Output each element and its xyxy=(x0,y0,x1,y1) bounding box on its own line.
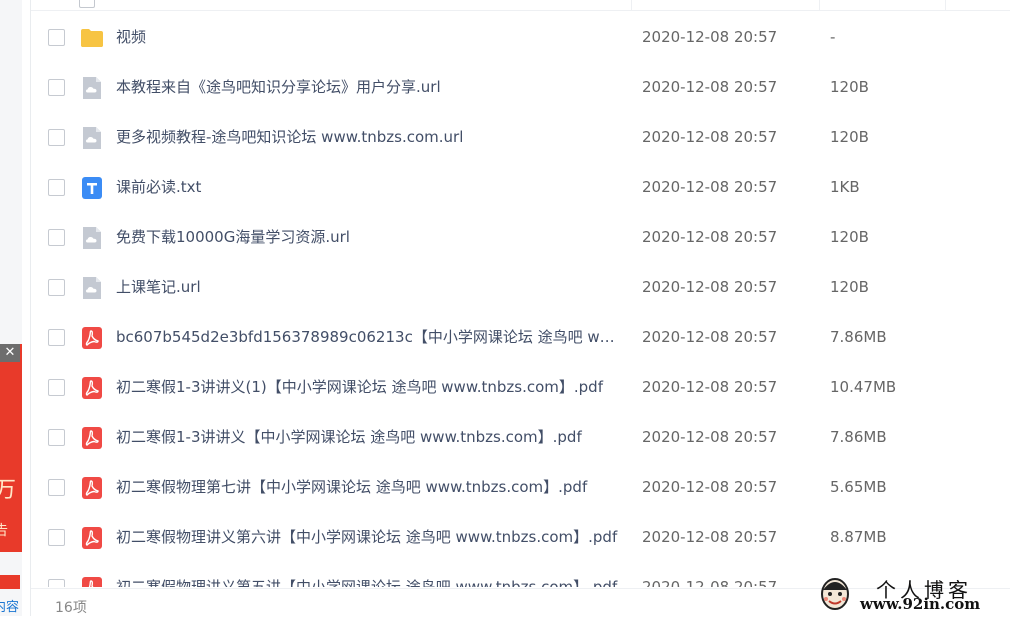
file-modified-date: 2020-12-08 20:57 xyxy=(642,428,778,446)
file-name[interactable]: 本教程来自《途鸟吧知识分享论坛》用户分享.url xyxy=(116,77,621,97)
file-name[interactable]: 初二寒假物理讲义第五讲【中小学网课论坛 途鸟吧 www.tnbzs.com】.p… xyxy=(116,577,621,587)
header-divider-size xyxy=(819,0,820,10)
header-divider-end xyxy=(945,0,946,10)
file-modified-date: 2020-12-08 20:57 xyxy=(642,578,778,587)
file-size: 7.86MB xyxy=(830,428,887,446)
file-checkbox[interactable] xyxy=(48,29,65,46)
file-name[interactable]: 免费下载10000G海量学习资源.url xyxy=(116,227,621,247)
ad-text-fragment-small: 告 xyxy=(0,523,8,539)
file-row[interactable]: bc607b545d2e3bfd156378989c06213c【中小学网课论坛… xyxy=(31,312,1010,362)
file-row[interactable]: 初二寒假物理讲义第六讲【中小学网课论坛 途鸟吧 www.tnbzs.com】.p… xyxy=(31,512,1010,562)
file-modified-date: 2020-12-08 20:57 xyxy=(642,228,778,246)
file-checkbox[interactable] xyxy=(48,529,65,546)
file-checkbox[interactable] xyxy=(48,479,65,496)
file-size: 120B xyxy=(830,228,869,246)
file-modified-date: 2020-12-08 20:57 xyxy=(642,28,778,46)
file-name[interactable]: 课前必读.txt xyxy=(116,177,621,197)
file-size: - xyxy=(830,28,836,46)
file-name[interactable]: bc607b545d2e3bfd156378989c06213c【中小学网课论坛… xyxy=(116,327,621,347)
file-checkbox[interactable] xyxy=(48,179,65,196)
txt-file-icon xyxy=(80,176,104,200)
pdf-file-icon xyxy=(80,526,104,550)
file-modified-date: 2020-12-08 20:57 xyxy=(642,478,778,496)
file-checkbox[interactable] xyxy=(48,79,65,96)
file-checkbox[interactable] xyxy=(48,329,65,346)
file-list: 视频 2020-12-08 20:57 - 本教程来自《途鸟吧知识分享论坛》用户… xyxy=(31,12,1010,587)
file-checkbox[interactable] xyxy=(48,279,65,296)
list-header xyxy=(31,0,1010,11)
file-size: 10.47MB xyxy=(830,378,897,396)
url-file-icon xyxy=(80,76,104,100)
select-all-checkbox[interactable] xyxy=(79,0,95,8)
header-divider-date xyxy=(631,0,632,10)
watermark: 个人博客 www.92in.com xyxy=(816,574,1006,614)
pdf-file-icon xyxy=(80,376,104,400)
watermark-url: www.92in.com xyxy=(860,595,981,613)
pdf-file-icon xyxy=(80,476,104,500)
ad-tab[interactable] xyxy=(0,575,20,589)
file-modified-date: 2020-12-08 20:57 xyxy=(642,328,778,346)
file-checkbox[interactable] xyxy=(48,229,65,246)
file-size: 7.86MB xyxy=(830,328,887,346)
pdf-file-icon xyxy=(80,426,104,450)
ad-text-fragment: 万 xyxy=(0,478,17,503)
file-checkbox[interactable] xyxy=(48,379,65,396)
file-row[interactable]: 初二寒假1-3讲讲义【中小学网课论坛 途鸟吧 www.tnbzs.com】.pd… xyxy=(31,412,1010,462)
file-name[interactable]: 视频 xyxy=(116,27,621,47)
file-row[interactable]: 免费下载10000G海量学习资源.url 2020-12-08 20:57 12… xyxy=(31,212,1010,262)
url-file-icon xyxy=(80,226,104,250)
file-size: 120B xyxy=(830,78,869,96)
file-size: 120B xyxy=(830,128,869,146)
file-name[interactable]: 上课笔记.url xyxy=(116,277,621,297)
file-modified-date: 2020-12-08 20:57 xyxy=(642,128,778,146)
file-modified-date: 2020-12-08 20:57 xyxy=(642,78,778,96)
file-checkbox[interactable] xyxy=(48,579,65,587)
item-count: 16项 xyxy=(55,600,87,616)
file-checkbox[interactable] xyxy=(48,429,65,446)
file-name[interactable]: 初二寒假1-3讲讲义(1)【中小学网课论坛 途鸟吧 www.tnbzs.com】… xyxy=(116,377,621,397)
file-name[interactable]: 初二寒假物理第七讲【中小学网课论坛 途鸟吧 www.tnbzs.com】.pdf xyxy=(116,477,621,497)
file-row[interactable]: 视频 2020-12-08 20:57 - xyxy=(31,12,1010,62)
file-size: 8.87MB xyxy=(830,528,887,546)
file-size: 120B xyxy=(830,278,869,296)
folder-icon xyxy=(80,26,104,50)
file-row[interactable]: 本教程来自《途鸟吧知识分享论坛》用户分享.url 2020-12-08 20:5… xyxy=(31,62,1010,112)
file-row[interactable]: 课前必读.txt 2020-12-08 20:57 1KB xyxy=(31,162,1010,212)
file-row[interactable]: 更多视频教程-途鸟吧知识论坛 www.tnbzs.com.url 2020-12… xyxy=(31,112,1010,162)
file-size: 5.65MB xyxy=(830,478,887,496)
file-size: 1KB xyxy=(830,178,860,196)
file-checkbox[interactable] xyxy=(48,129,65,146)
pdf-file-icon xyxy=(80,576,104,587)
file-modified-date: 2020-12-08 20:57 xyxy=(642,278,778,296)
pdf-file-icon xyxy=(80,326,104,350)
file-name[interactable]: 初二寒假1-3讲讲义【中小学网课论坛 途鸟吧 www.tnbzs.com】.pd… xyxy=(116,427,621,447)
watermark-logo-icon xyxy=(821,578,849,610)
file-modified-date: 2020-12-08 20:57 xyxy=(642,528,778,546)
file-name[interactable]: 初二寒假物理讲义第六讲【中小学网课论坛 途鸟吧 www.tnbzs.com】.p… xyxy=(116,527,621,547)
url-file-icon xyxy=(80,126,104,150)
sidebar-link-fragment[interactable]: 内容 xyxy=(0,596,23,615)
ad-close-button[interactable]: ✕ xyxy=(0,344,20,362)
file-row[interactable]: 初二寒假1-3讲讲义(1)【中小学网课论坛 途鸟吧 www.tnbzs.com】… xyxy=(31,362,1010,412)
file-modified-date: 2020-12-08 20:57 xyxy=(642,378,778,396)
file-name[interactable]: 更多视频教程-途鸟吧知识论坛 www.tnbzs.com.url xyxy=(116,127,621,147)
file-modified-date: 2020-12-08 20:57 xyxy=(642,178,778,196)
url-file-icon xyxy=(80,276,104,300)
file-row[interactable]: 上课笔记.url 2020-12-08 20:57 120B xyxy=(31,262,1010,312)
file-row[interactable]: 初二寒假物理第七讲【中小学网课论坛 途鸟吧 www.tnbzs.com】.pdf… xyxy=(31,462,1010,512)
